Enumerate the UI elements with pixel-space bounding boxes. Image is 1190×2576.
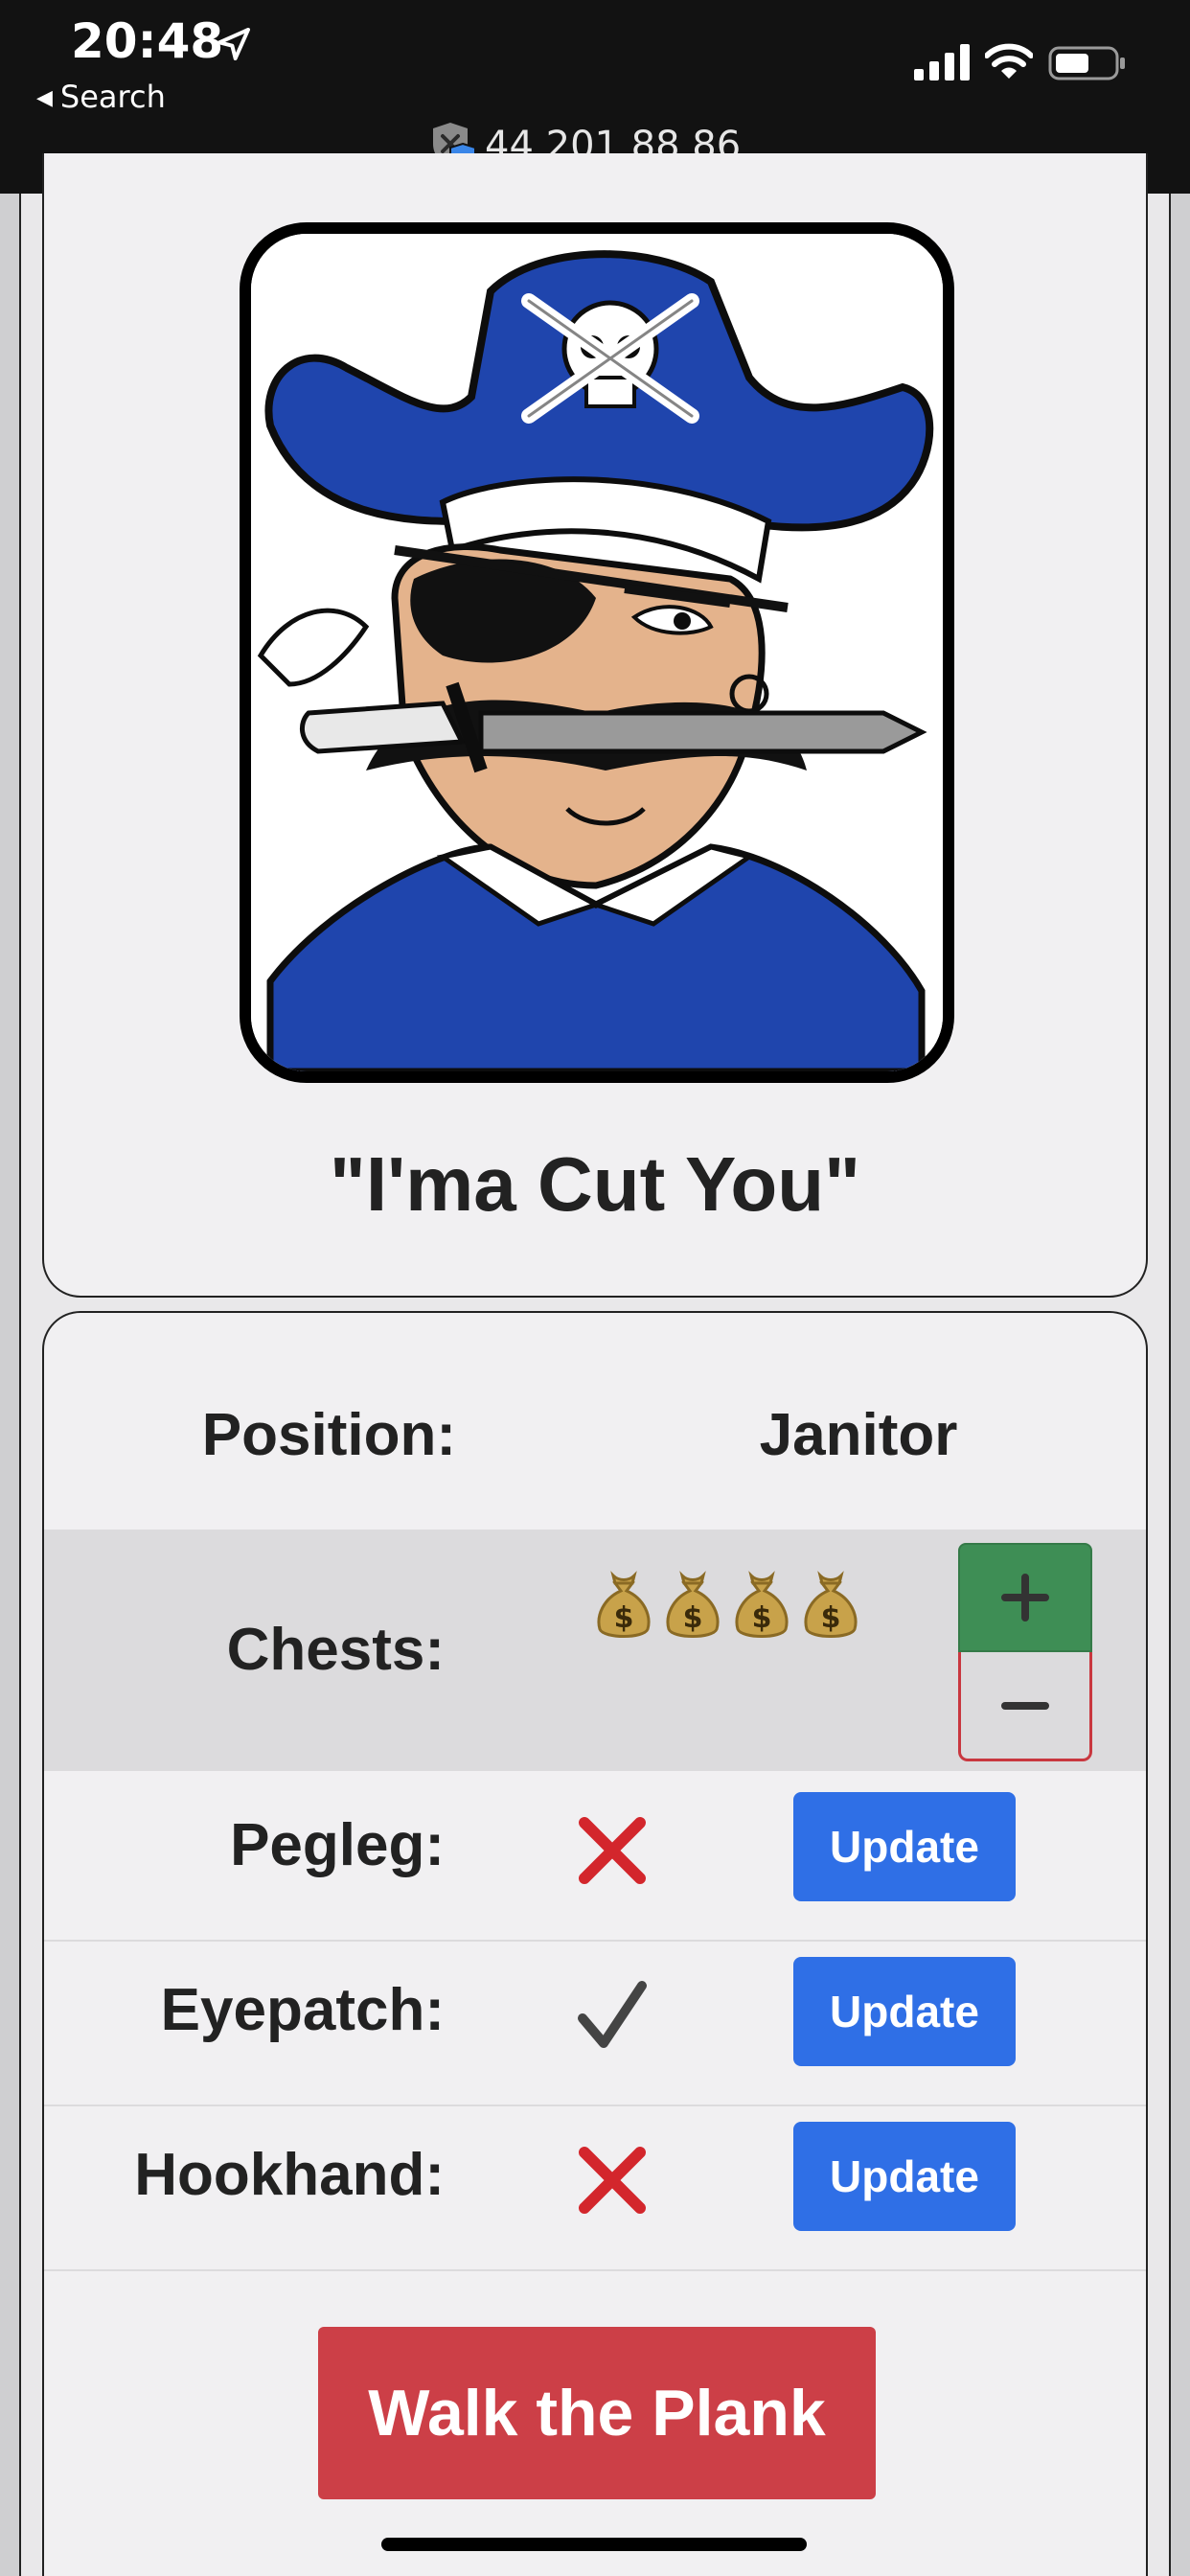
pirate-profile-card: "I'ma Cut You" (42, 153, 1148, 1298)
cellular-signal-icon (914, 44, 970, 80)
svg-text:$: $ (752, 1601, 772, 1635)
position-value: Janitor (759, 1402, 958, 1468)
chest-bags: $ $ $ $ (594, 1570, 860, 1641)
eyepatch-label: Eyepatch: (160, 1977, 445, 2043)
row-divider (44, 2104, 1146, 2106)
cross-mark-icon (579, 1817, 646, 1884)
battery-icon (1048, 46, 1125, 80)
home-indicator[interactable] (381, 2538, 807, 2551)
page-left-edge (0, 194, 21, 2576)
svg-text:$: $ (821, 1601, 841, 1635)
money-bag-icon: $ (666, 1571, 720, 1638)
hookhand-label: Hookhand: (134, 2142, 445, 2208)
back-to-search-link[interactable]: ◀ Search (36, 79, 166, 115)
back-triangle-icon: ◀ (36, 86, 53, 110)
row-divider (44, 2269, 1146, 2271)
pirate-mascot-illustration (251, 234, 943, 1071)
clock-time: 20:48 (71, 13, 224, 69)
update-eyepatch-button[interactable]: Update (793, 1957, 1016, 2066)
svg-text:$: $ (614, 1601, 634, 1635)
minus-icon (1001, 1701, 1049, 1710)
chests-row: Chests: $ $ $ $ (44, 1530, 1146, 1771)
position-label: Position: (201, 1402, 456, 1468)
walk-the-plank-button[interactable]: Walk the Plank (318, 2327, 876, 2499)
remove-chest-button[interactable] (958, 1652, 1092, 1761)
row-divider (44, 1940, 1146, 1942)
update-pegleg-button[interactable]: Update (793, 1792, 1016, 1901)
chests-label: Chests: (226, 1617, 445, 1683)
money-bag-icon: $ (735, 1571, 789, 1638)
cross-mark-icon (579, 2147, 646, 2214)
checkmark-icon (578, 1981, 647, 2048)
wifi-icon (985, 43, 1033, 79)
page-right-edge (1169, 194, 1190, 2576)
pirate-stats-card: Position: Janitor Chests: $ $ $ $ Pegleg… (42, 1311, 1148, 2576)
plus-icon (1001, 1574, 1049, 1622)
update-hookhand-button[interactable]: Update (793, 2122, 1016, 2231)
location-arrow-icon (217, 28, 250, 60)
add-chest-button[interactable] (958, 1543, 1092, 1652)
pirate-nickname: "I'ma Cut You" (329, 1141, 861, 1227)
pirate-portrait-image (240, 222, 954, 1083)
money-bag-icon: $ (804, 1571, 858, 1638)
back-label: Search (59, 79, 166, 115)
money-bag-icon: $ (597, 1571, 651, 1638)
svg-text:$: $ (683, 1601, 703, 1635)
pegleg-label: Pegleg: (230, 1812, 445, 1878)
